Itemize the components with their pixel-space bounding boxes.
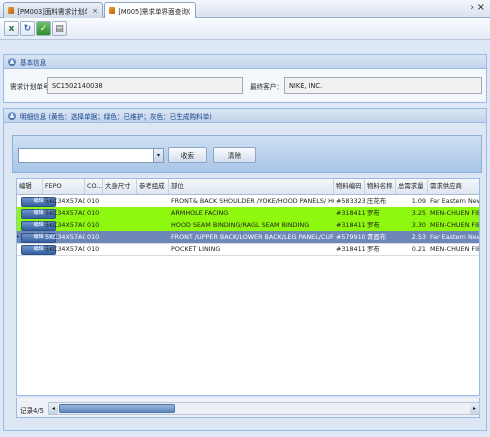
cell-size bbox=[103, 219, 137, 231]
cell-qty: 1.09 bbox=[411, 197, 426, 205]
cell-supplier: Far Eastern New Ce bbox=[430, 197, 479, 205]
cell-name: 青面布 bbox=[367, 233, 387, 241]
cell-part: ARMHOLE FACING bbox=[171, 209, 229, 217]
cell-qty: 0.21 bbox=[411, 245, 426, 253]
cell-part: POCKET LINING bbox=[171, 245, 221, 253]
col-header[interactable]: FEPO bbox=[43, 179, 85, 194]
cell-co: 010 bbox=[87, 209, 100, 217]
row-indicator-icon: ▸ bbox=[16, 233, 20, 240]
cell-code: #318411 bbox=[336, 245, 365, 253]
col-header[interactable]: 物料名称 bbox=[365, 179, 396, 194]
table-row[interactable]: 编辑5KC34X57A03010POCKET LINING#318411罗布0.… bbox=[17, 243, 479, 256]
cell-size bbox=[103, 231, 137, 243]
detail-header: ▲ 明细信息 (黄色：选择单据；绿色：已维护；灰色：已生成购料单) bbox=[3, 108, 487, 123]
collapse-icon[interactable]: ▲ bbox=[8, 57, 16, 66]
cell-qty: 3.30 bbox=[411, 221, 426, 229]
tab-label: [M005]需求单界面查询(不开发用户 bbox=[118, 7, 191, 16]
close-icon[interactable]: × bbox=[92, 7, 98, 15]
cell-fepo: 5KC34X57A03 bbox=[45, 221, 85, 229]
cell-co: 010 bbox=[87, 233, 100, 241]
cell-size bbox=[103, 243, 137, 255]
req-plan-field[interactable]: SC1502140038 bbox=[47, 77, 243, 94]
scroll-thumb[interactable] bbox=[59, 404, 175, 413]
col-header[interactable]: 需求供应商 bbox=[428, 179, 479, 194]
col-header[interactable]: 编辑 bbox=[17, 179, 43, 194]
cell-co: 010 bbox=[87, 221, 100, 229]
cell-fepo: 5KC34X57A03 bbox=[45, 233, 85, 241]
customer-label: 最终客户： bbox=[250, 83, 283, 91]
cell-size bbox=[103, 207, 137, 219]
cell-code: #583323 bbox=[336, 197, 365, 205]
cell-fepo: 5KC34X57A03 bbox=[45, 245, 85, 253]
cell-part: FRONT& BACK SHOULDER /YOKE/HOOD PANELS/ … bbox=[171, 197, 334, 205]
cell-co: 010 bbox=[87, 245, 100, 253]
cell-ref bbox=[137, 219, 169, 231]
col-header[interactable]: 参考组成 bbox=[137, 179, 169, 194]
cell-supplier: MEN-CHUEN FIBR bbox=[430, 245, 479, 253]
scroll-left-icon[interactable]: ◂ bbox=[49, 403, 58, 414]
cell-qty: 3.25 bbox=[411, 209, 426, 217]
cell-ref bbox=[137, 243, 169, 255]
req-plan-label: 需求计划单号: bbox=[10, 83, 52, 91]
cell-part: FRONT /UPPER BACK/LOWER BACK/LEG PANEL/C… bbox=[171, 233, 334, 241]
tab-scroll-icon[interactable]: › bbox=[470, 3, 474, 13]
detail-grid: 编辑 FEPO CO... 大身尺寸 参考组成 部位 物料编码 物料名称 总需求… bbox=[16, 178, 480, 396]
cell-ref bbox=[137, 195, 169, 207]
document-icon[interactable]: ▤ bbox=[52, 21, 67, 36]
excel-export-icon[interactable]: x bbox=[4, 21, 19, 36]
tab-strip: [PM003]面料需求计划单明细界 × [M005]需求单界面查询(不开发用户 … bbox=[0, 0, 490, 18]
chevron-down-icon[interactable]: ▾ bbox=[153, 149, 163, 162]
col-header[interactable]: 物料编码 bbox=[334, 179, 365, 194]
window-close-icon[interactable]: × bbox=[477, 2, 485, 13]
cell-code: #318411 bbox=[336, 209, 365, 217]
cell-supplier: MEN-CHUEN FIBR bbox=[430, 221, 479, 229]
cell-code: #318411 bbox=[336, 221, 365, 229]
grid-header: 编辑 FEPO CO... 大身尺寸 参考组成 部位 物料编码 物料名称 总需求… bbox=[17, 179, 479, 195]
cell-supplier: MEN-CHUEN FIBR bbox=[430, 209, 479, 217]
cell-code: #579910 bbox=[336, 233, 365, 241]
tab-label: [PM003]面料需求计划单明细界 bbox=[17, 7, 87, 16]
cell-ref bbox=[137, 231, 169, 243]
search-input[interactable]: ▾ bbox=[18, 148, 164, 163]
cell-size bbox=[103, 195, 137, 207]
col-header[interactable]: CO... bbox=[85, 179, 103, 194]
cell-fepo: 5KC34X57A03 bbox=[45, 209, 85, 217]
record-count: 记录4/5 bbox=[20, 407, 44, 415]
clear-button[interactable]: 清除 bbox=[213, 147, 256, 163]
cell-co: 010 bbox=[87, 197, 100, 205]
collapse-icon[interactable]: ▲ bbox=[8, 111, 16, 120]
basic-info-title: 基本信息 bbox=[20, 58, 47, 67]
customer-field[interactable]: NIKE, INC. bbox=[284, 77, 482, 94]
detail-title: 明细信息 (黄色：选择单据；绿色：已维护；灰色：已生成购料单) bbox=[20, 112, 212, 121]
scroll-right-icon[interactable]: ▸ bbox=[470, 403, 479, 414]
toolbar: x ↻ ✓ ▤ bbox=[0, 18, 490, 40]
tab-pm003[interactable]: [PM003]面料需求计划单明细界 × bbox=[3, 2, 103, 18]
cell-ref bbox=[137, 207, 169, 219]
basic-info-header: ▲ 基本信息 bbox=[3, 54, 487, 69]
cell-name: 罗布 bbox=[367, 245, 380, 253]
cell-part: HOOD SEAM BINDING/RAGL SEAM BINDING bbox=[171, 221, 310, 229]
search-button[interactable]: 收索 bbox=[168, 147, 207, 163]
cell-supplier: Far Eastern New Ce bbox=[430, 233, 479, 241]
cell-name: 罗布 bbox=[367, 209, 380, 217]
check-icon[interactable]: ✓ bbox=[36, 21, 51, 36]
tab-m005[interactable]: [M005]需求单界面查询(不开发用户 bbox=[104, 2, 196, 18]
horizontal-scrollbar[interactable]: ◂ ▸ bbox=[48, 402, 480, 415]
cell-name: 压花布 bbox=[367, 197, 387, 205]
cell-name: 罗布 bbox=[367, 221, 380, 229]
cell-qty: 2.53 bbox=[411, 233, 426, 241]
refresh-icon[interactable]: ↻ bbox=[20, 21, 35, 36]
document-icon bbox=[109, 7, 116, 14]
col-header[interactable]: 大身尺寸 bbox=[103, 179, 137, 194]
col-header[interactable]: 部位 bbox=[169, 179, 334, 194]
col-header[interactable]: 总需求量 bbox=[396, 179, 428, 194]
cell-fepo: 5KC34X57A03 bbox=[45, 197, 85, 205]
document-icon bbox=[8, 7, 15, 14]
